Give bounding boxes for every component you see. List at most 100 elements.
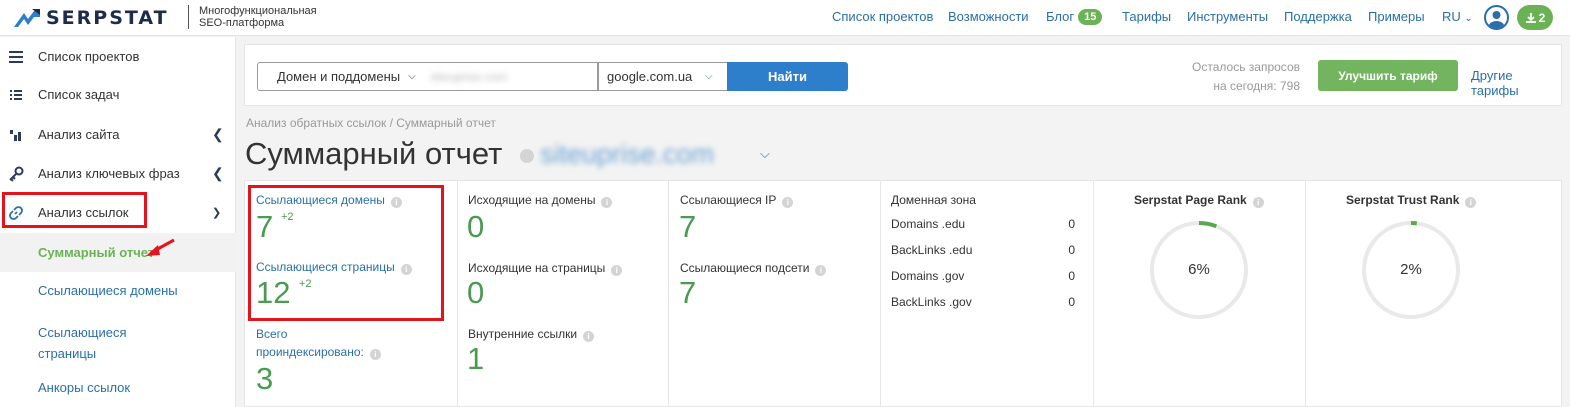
- sidebar-subitem-summary[interactable]: Суммарный отчет: [0, 233, 236, 272]
- downloads-button[interactable]: 2: [1517, 5, 1553, 30]
- sidebar-subitem-ref-domains[interactable]: Ссылающиеся домены: [0, 283, 236, 298]
- trust-rank-label-text: Serpstat Trust Rank: [1346, 193, 1460, 207]
- downloads-count: 2: [1538, 10, 1546, 25]
- ref-ips-value: 7: [679, 209, 697, 244]
- info-icon[interactable]: i: [815, 265, 827, 276]
- sidebar-item-label: Анализ ключевых фраз: [38, 166, 180, 181]
- requests-remaining-line2: на сегодня: 798: [1213, 79, 1300, 93]
- trust-rank-label: Serpstat Trust Rank i: [1346, 193, 1477, 208]
- domain-input[interactable]: siteuprise.com: [422, 62, 598, 91]
- zone-row-name: BackLinks .gov: [891, 295, 972, 309]
- zone-row-value: 0: [1068, 217, 1075, 231]
- language-select[interactable]: RU ⌄: [1442, 9, 1473, 24]
- nav-blog[interactable]: Блог 15: [1046, 9, 1103, 25]
- sidebar-item-label: Список проектов: [38, 49, 140, 64]
- indexed-label-line2: проиндексировано:: [256, 345, 364, 359]
- zone-row-name: BackLinks .edu: [891, 243, 973, 257]
- search-engine-select[interactable]: google.com.ua ⌵: [598, 62, 728, 91]
- logo[interactable]: SERPSTAT: [14, 7, 169, 29]
- logo-subtitle-line2: SEO-платформа: [199, 17, 285, 29]
- info-icon[interactable]: i: [369, 349, 381, 360]
- domain-input-value: siteuprise.com: [430, 69, 508, 84]
- zone-row-value: 0: [1068, 269, 1075, 283]
- indexed-label: Всего проиндексировано: i: [256, 325, 381, 361]
- search-engine-value: google.com.ua: [607, 69, 693, 84]
- menu-icon: [8, 49, 24, 65]
- top-header: SERPSTAT Многофункциональная SEO-платфор…: [0, 0, 1570, 36]
- nav-examples[interactable]: Примеры: [1368, 9, 1425, 24]
- zone-row: BackLinks .edu 0: [891, 243, 1075, 257]
- info-icon[interactable]: i: [1252, 197, 1264, 208]
- nav-features[interactable]: Возможности: [948, 9, 1029, 24]
- chevron-down-icon: ⌵: [705, 71, 713, 82]
- sidebar-item-tasks[interactable]: Список задач: [0, 75, 236, 114]
- highlight-box-link-analysis: [2, 192, 147, 228]
- chevron-down-icon[interactable]: ⌵: [760, 146, 770, 162]
- chevron-left-icon: ❮: [212, 126, 224, 142]
- out-pages-label: Исходящие на страницы i: [468, 261, 623, 276]
- sidebar-item-keyword-analysis[interactable]: Анализ ключевых фраз ❮: [0, 154, 236, 193]
- sidebar-subitem-anchors[interactable]: Анкоры ссылок: [0, 380, 236, 395]
- info-icon[interactable]: [520, 149, 534, 163]
- nav-tools[interactable]: Инструменты: [1187, 9, 1268, 24]
- arrow-annotation-icon: [146, 238, 175, 256]
- domain-zone-label: Доменная зона: [891, 193, 976, 207]
- page-rank-label-text: Serpstat Page Rank: [1134, 193, 1247, 207]
- ref-subnets-label-text: Ссылающиеся подсети: [680, 261, 810, 275]
- info-icon[interactable]: i: [1465, 197, 1477, 208]
- search-scope-value: Домен и поддомены: [277, 69, 401, 84]
- zone-row: Domains .edu 0: [891, 217, 1075, 231]
- out-domains-label-text: Исходящие на домены: [468, 193, 596, 207]
- column-divider: [1093, 181, 1094, 407]
- ref-ips-label: Ссылающиеся IP i: [680, 193, 794, 208]
- nav-support[interactable]: Поддержка: [1284, 9, 1352, 24]
- chevron-left-icon: ❮: [212, 165, 224, 181]
- zone-row-value: 0: [1068, 243, 1075, 257]
- nav-projects[interactable]: Список проектов: [832, 9, 933, 24]
- sidebar-subitem-ref-pages[interactable]: Ссылающиеся страницы: [0, 322, 150, 364]
- info-icon[interactable]: i: [782, 197, 794, 208]
- zone-row-value: 0: [1068, 295, 1075, 309]
- zone-row-name: Domains .gov: [891, 269, 965, 283]
- ref-subnets-label: Ссылающиеся подсети i: [680, 261, 827, 276]
- zone-row: BackLinks .gov 0: [891, 295, 1075, 309]
- ref-ips-label-text: Ссылающиеся IP: [680, 193, 777, 207]
- logo-divider: [188, 5, 189, 29]
- breadcrumb: Анализ обратных ссылок / Суммарный отчет: [246, 116, 496, 130]
- logo-mark-icon: [14, 9, 40, 27]
- info-icon[interactable]: i: [601, 197, 613, 208]
- out-domains-label: Исходящие на домены i: [468, 193, 613, 208]
- chevron-down-icon: ❯: [212, 207, 222, 219]
- sidebar-item-label: Анализ сайта: [38, 127, 120, 142]
- column-divider: [457, 181, 458, 407]
- chevron-down-icon: ⌄: [1464, 13, 1473, 24]
- key-icon: [8, 166, 24, 182]
- info-icon[interactable]: i: [583, 331, 595, 342]
- user-icon: [1488, 11, 1505, 28]
- upgrade-plan-button[interactable]: Улучшить тариф: [1318, 60, 1458, 91]
- out-pages-value: 0: [467, 275, 485, 310]
- blog-count-badge: 15: [1078, 9, 1103, 25]
- zone-row-name: Domains .edu: [891, 217, 966, 231]
- requests-remaining-line1: Осталось запросов: [1192, 60, 1300, 74]
- sidebar-item-projects[interactable]: Список проектов: [0, 37, 236, 76]
- chevron-down-icon: ⌵: [408, 71, 416, 82]
- nav-pricing[interactable]: Тарифы: [1122, 9, 1171, 24]
- highlight-box-ref-stats: [248, 185, 444, 321]
- title-domain[interactable]: siteuprise.com: [540, 139, 714, 170]
- internal-links-value: 1: [467, 341, 485, 376]
- sidebar-item-site-analysis[interactable]: Анализ сайта ❮: [0, 115, 236, 154]
- zone-row: Domains .gov 0: [891, 269, 1075, 283]
- internal-links-label-text: Внутренние ссылки: [468, 327, 578, 341]
- search-scope-select[interactable]: Домен и поддомены ⌵: [257, 62, 423, 91]
- column-divider: [668, 181, 669, 407]
- info-icon[interactable]: i: [611, 265, 623, 276]
- other-plans-link[interactable]: Другие тарифы: [1471, 68, 1561, 98]
- find-button[interactable]: Найти: [727, 62, 848, 91]
- out-domains-value: 0: [467, 209, 485, 244]
- sidebar-item-label: Список задач: [38, 87, 120, 102]
- task-list-icon: [8, 87, 24, 103]
- column-divider: [1305, 181, 1306, 407]
- page-rank-value: 6%: [1188, 261, 1210, 278]
- avatar[interactable]: [1484, 5, 1509, 30]
